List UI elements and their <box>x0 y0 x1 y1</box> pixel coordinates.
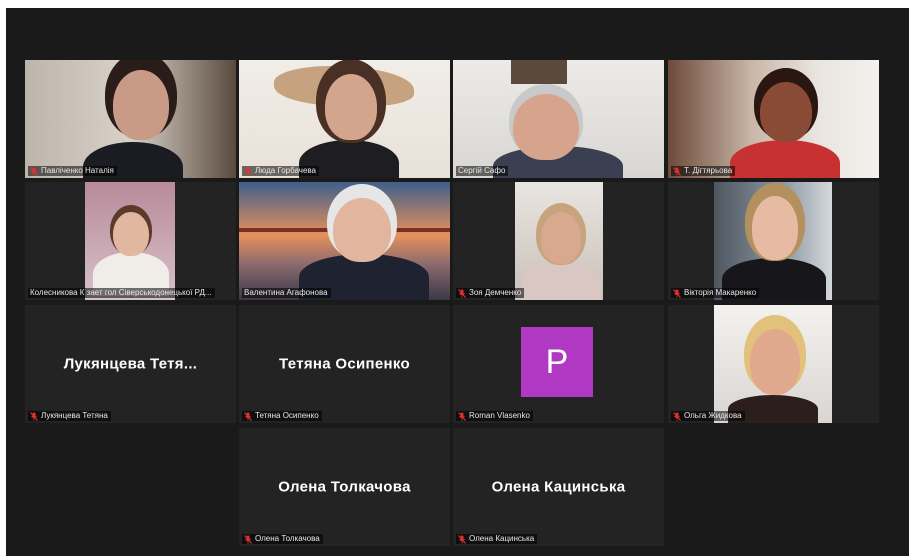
participant-tile[interactable]: Лукянцева Тетя... Лукянцева Тетяна <box>25 305 236 423</box>
participant-name: Колесникова К зает гол Сіверськодонецько… <box>30 288 212 297</box>
participant-name: Roman Vlasenko <box>469 411 530 420</box>
participant-tile[interactable]: Павліченко Наталія <box>25 60 236 178</box>
participant-face <box>113 70 169 140</box>
participant-tile-active-speaker[interactable]: Валентина Агафонова <box>239 182 450 300</box>
participant-name: Вікторія Макаренко <box>684 288 757 297</box>
participant-name-tag: Вікторія Макаренко <box>671 288 760 298</box>
participant-face <box>541 212 581 264</box>
participant-name-tag: Тетяна Осипенко <box>242 411 322 421</box>
participant-body <box>521 262 601 300</box>
participant-name: Тетяна Осипенко <box>255 411 319 420</box>
participant-face <box>325 74 377 140</box>
participant-face <box>513 94 579 160</box>
mic-muted-icon <box>30 411 38 421</box>
participant-name-tag: Валентина Агафонова <box>242 288 331 298</box>
participant-display-name: Лукянцева Тетя... <box>63 355 198 373</box>
participant-face <box>752 196 798 260</box>
participant-tile[interactable]: Тетяна Осипенко Тетяна Осипенко <box>239 305 450 423</box>
participant-face <box>760 82 812 142</box>
participant-name: Т. Дігтярьова <box>684 166 733 175</box>
participant-name-tag: Люда Горбачева <box>242 166 320 176</box>
participant-display-name: Тетяна Осипенко <box>279 355 410 373</box>
participant-name: Сергій Сафо <box>458 166 506 175</box>
participant-display-name: Олена Кацинська <box>491 478 626 496</box>
participant-face <box>750 329 800 395</box>
participant-tile[interactable]: Люда Горбачева <box>239 60 450 178</box>
participant-name: Зоя Демченко <box>469 288 522 297</box>
participant-name-tag: Зоя Демченко <box>456 288 525 298</box>
participant-name: Ольга Жидкова <box>684 411 742 420</box>
participant-tile[interactable]: Колесникова К зает гол Сіверськодонецько… <box>25 182 236 300</box>
participant-name-tag: Сергій Сафо <box>456 166 509 176</box>
participant-name-tag: Колесникова К зает гол Сіверськодонецько… <box>28 288 215 298</box>
picture-frame-decoration <box>511 60 567 84</box>
mic-muted-icon <box>673 288 681 298</box>
participant-tile[interactable]: Зоя Демченко <box>453 182 664 300</box>
participant-tile[interactable]: Олена Толкачова Олена Толкачова <box>239 428 450 546</box>
video-grid-window: Павліченко Наталія Люда Горбачева Сергій… <box>6 8 909 556</box>
participant-tile[interactable]: Сергій Сафо <box>453 60 664 178</box>
participant-body <box>730 140 840 178</box>
participant-name-tag: Roman Vlasenko <box>456 411 533 421</box>
participant-name: Олена Толкачова <box>255 534 320 543</box>
participant-name-tag: Олена Кацинська <box>456 534 538 544</box>
participant-avatar: P <box>521 327 593 397</box>
participant-tile[interactable]: Вікторія Макаренко <box>668 182 879 300</box>
mic-muted-icon <box>673 411 681 421</box>
mic-muted-icon <box>458 534 466 544</box>
participant-tile[interactable]: Олена Кацинська Олена Кацинська <box>453 428 664 546</box>
participant-name: Лукянцева Тетяна <box>41 411 108 420</box>
participant-name: Люда Горбачева <box>255 166 317 175</box>
participant-name-tag: Лукянцева Тетяна <box>28 411 111 421</box>
participant-display-name: Олена Толкачова <box>278 478 411 496</box>
participant-name-tag: Павліченко Наталія <box>28 166 117 176</box>
participant-name-tag: Ольга Жидкова <box>671 411 745 421</box>
mic-muted-icon <box>30 166 38 176</box>
participant-tile[interactable]: Т. Дігтярьова <box>668 60 879 178</box>
participant-name: Павліченко Наталія <box>41 166 114 175</box>
participant-name: Валентина Агафонова <box>244 288 328 297</box>
mic-muted-icon <box>458 288 466 298</box>
mic-muted-icon <box>244 411 252 421</box>
participant-face <box>113 212 149 256</box>
mic-muted-icon <box>244 166 252 176</box>
participant-tile[interactable]: P Roman Vlasenko <box>453 305 664 423</box>
mic-muted-icon <box>673 166 681 176</box>
participant-name-tag: Олена Толкачова <box>242 534 323 544</box>
participant-tile[interactable]: Ольга Жидкова <box>668 305 879 423</box>
participant-name: Олена Кацинська <box>469 534 535 543</box>
mic-muted-icon <box>458 411 466 421</box>
participant-face <box>333 198 391 262</box>
mic-muted-icon <box>244 534 252 544</box>
participant-name-tag: Т. Дігтярьова <box>671 166 736 176</box>
